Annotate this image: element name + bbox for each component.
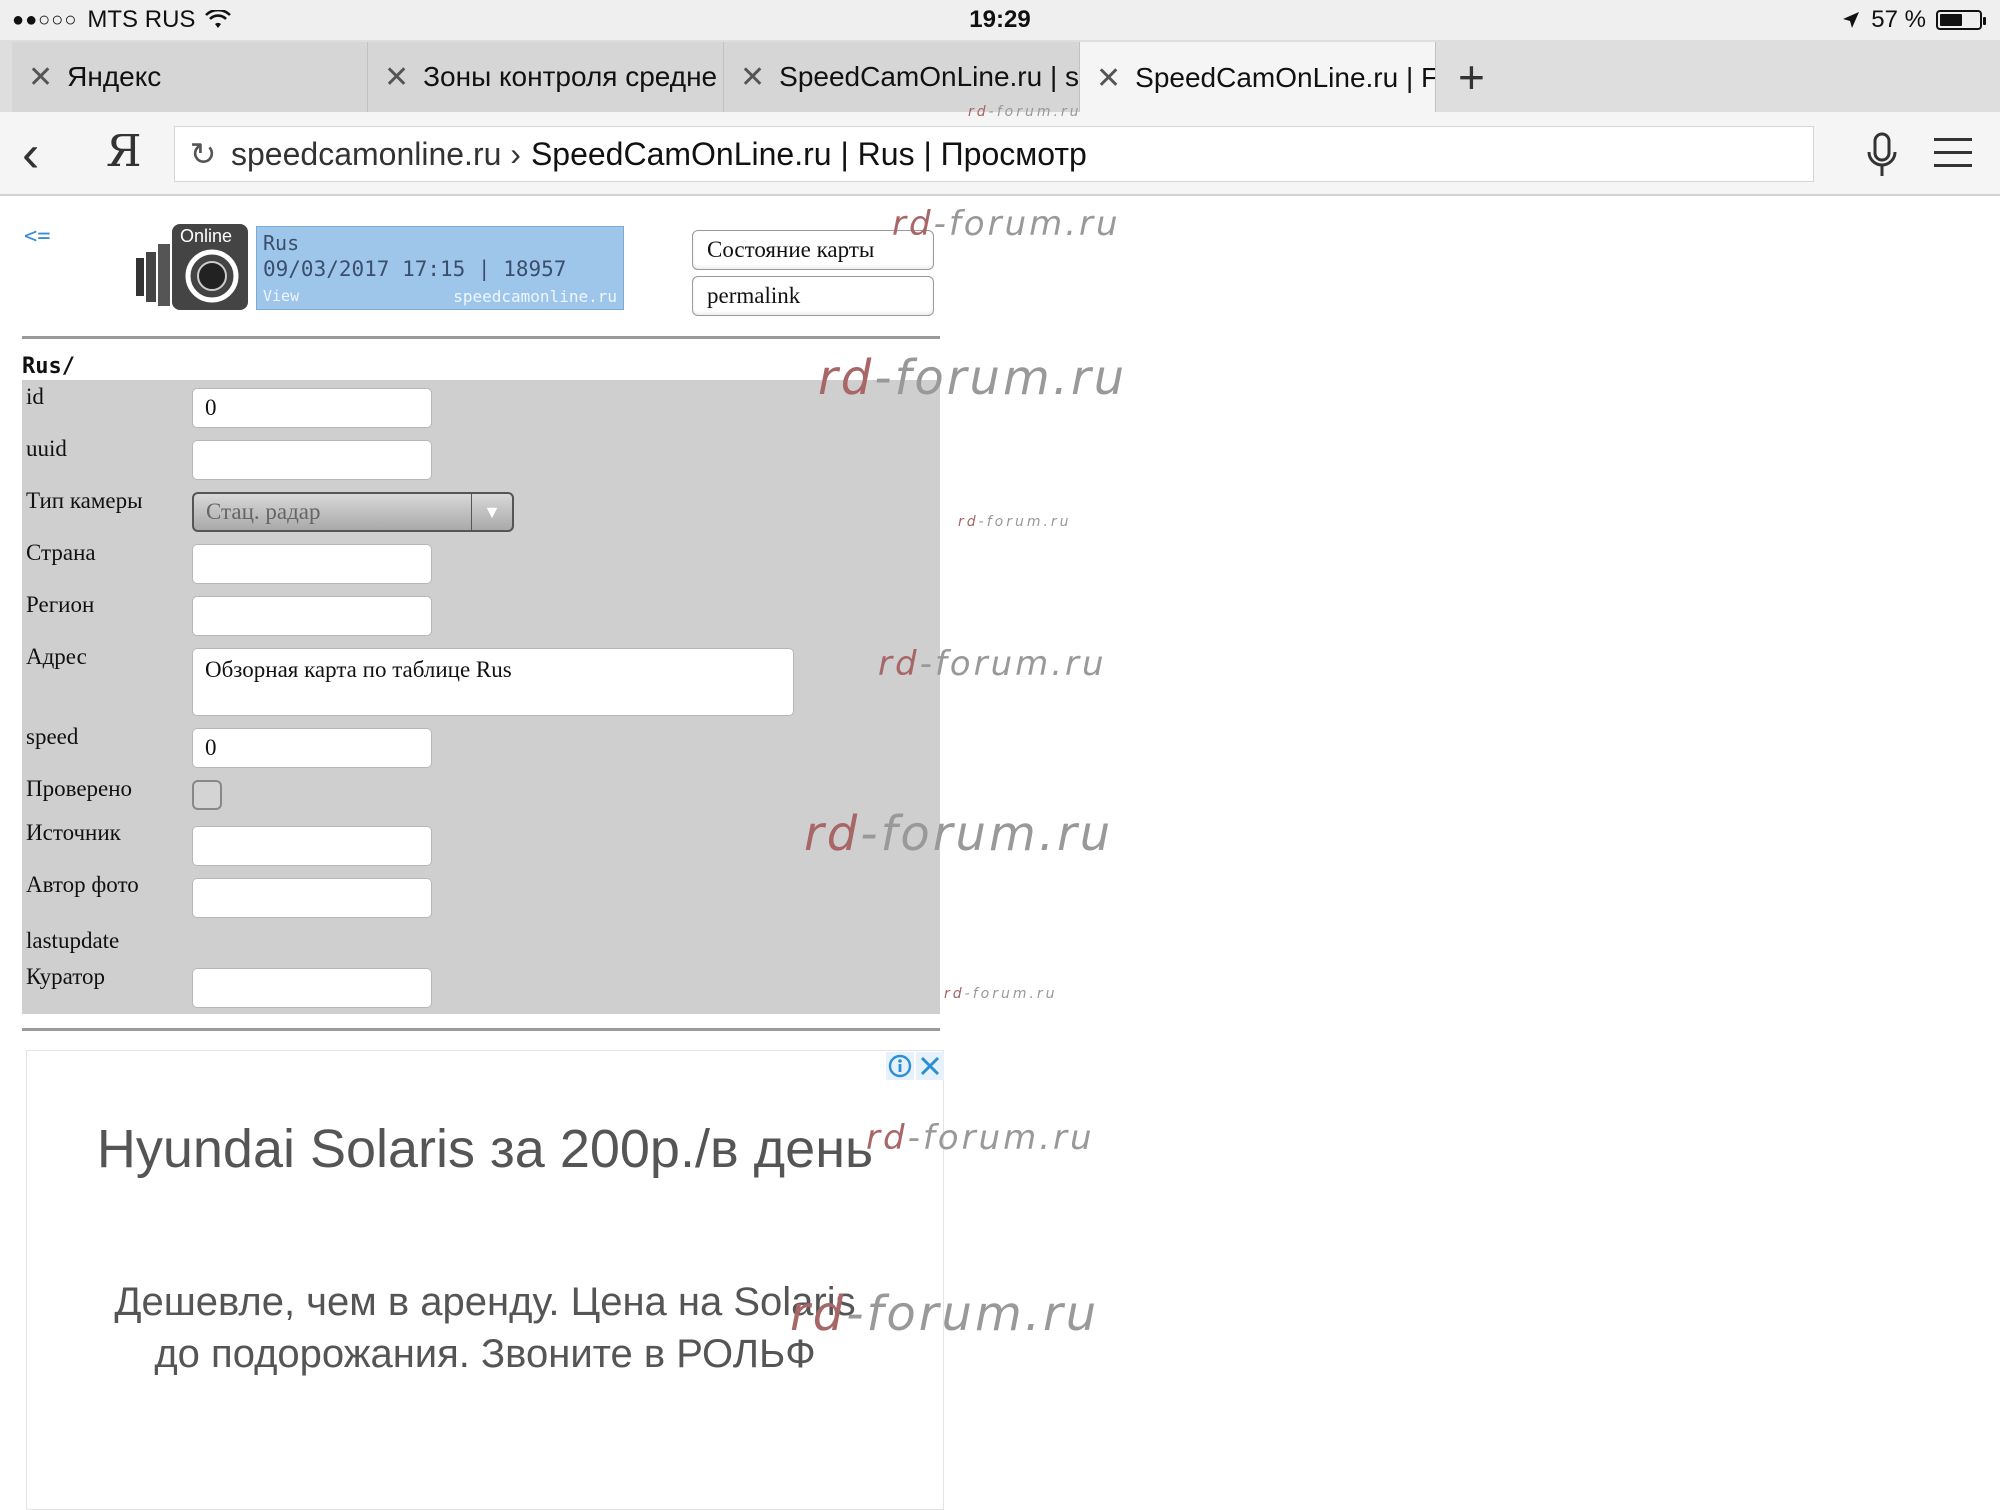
back-link[interactable]: <= xyxy=(24,224,51,249)
camera-type-value: Стац. радар xyxy=(206,499,321,524)
country-field[interactable] xyxy=(192,544,432,584)
camera-form: id 0 uuid Тип камеры Стац. радар ▼ Стран… xyxy=(22,380,940,1014)
watermark: rd-forum.ru xyxy=(944,986,1058,1002)
new-tab-icon[interactable]: + xyxy=(1458,50,1485,104)
logo-badge: Online xyxy=(180,226,232,246)
status-bar: ●●○○○ MTS RUS 19:29 57 % xyxy=(0,0,2000,40)
menu-icon[interactable] xyxy=(1934,138,1972,177)
back-arrow-icon[interactable]: ‹ xyxy=(22,124,39,184)
ad-headline[interactable]: Hyundai Solaris за 200р./в день xyxy=(0,1118,970,1180)
checked-checkbox[interactable] xyxy=(192,780,222,810)
tab-yandex[interactable]: ✕ Яндекс xyxy=(12,42,368,112)
tab-label: SpeedCamOnLine.ru | F xyxy=(1135,62,1435,93)
section-title: Rus/ xyxy=(22,354,75,379)
battery-icon xyxy=(1936,10,1986,30)
tab-speedcam-1[interactable]: ✕ SpeedCamOnLine.ru | s xyxy=(724,42,1080,112)
page-title: SpeedCamOnLine.ru | Rus | Просмотр xyxy=(530,135,1087,172)
close-tab-icon[interactable]: ✕ xyxy=(384,60,409,95)
watermark: rd-forum.ru xyxy=(968,104,1082,120)
tab-label: Зоны контроля средне xyxy=(423,61,718,92)
logo-banner-date: 09/03/2017 17:15 | 18957 xyxy=(263,257,567,281)
watermark: rd-forum.ru xyxy=(866,1118,1095,1158)
logo-banner-view: View xyxy=(263,287,300,305)
watermark: rd-forum.ru xyxy=(790,1286,1100,1342)
location-arrow-icon xyxy=(1843,12,1860,28)
watermark: rd-forum.ru xyxy=(878,644,1107,684)
close-tab-icon[interactable]: ✕ xyxy=(740,60,765,95)
region-field[interactable] xyxy=(192,596,432,636)
reload-icon[interactable]: ↻ xyxy=(175,135,231,173)
logo-banner-site: speedcamonline.ru xyxy=(453,287,617,306)
photo-author-field[interactable] xyxy=(192,878,432,918)
tab-control-zones[interactable]: ✕ Зоны контроля средне xyxy=(368,42,724,112)
yandex-button[interactable]: Я xyxy=(106,126,142,177)
close-tab-icon[interactable]: ✕ xyxy=(1096,61,1121,96)
battery-percent: 57 % xyxy=(1871,6,1926,33)
watermark: rd-forum.ru xyxy=(804,806,1114,862)
country-label: Страна xyxy=(26,540,96,565)
source-field[interactable] xyxy=(192,826,432,866)
clock: 19:29 xyxy=(969,6,1031,33)
close-tab-icon[interactable]: ✕ xyxy=(28,60,53,95)
source-label: Источник xyxy=(26,820,121,845)
url-domain: speedcamonline.ru › xyxy=(231,135,521,172)
camera-logo-icon: Online xyxy=(136,224,248,310)
ad-body-line-2: до подорожания. Звоните в РОЛЬФ xyxy=(154,1332,816,1376)
ad-body[interactable]: Дешевле, чем в аренду. Цена на Solaris д… xyxy=(60,1276,910,1380)
tab-strip: ✕ Яндекс ✕ Зоны контроля средне ✕ SpeedC… xyxy=(0,40,2000,114)
tab-speedcam-active[interactable]: ✕ SpeedCamOnLine.ru | F xyxy=(1080,42,1436,114)
watermark: rd-forum.ru xyxy=(818,350,1128,406)
id-field[interactable]: 0 xyxy=(192,388,432,428)
info-icon-glyph xyxy=(888,1054,912,1078)
address-field[interactable]: Обзорная карта по таблице Rus xyxy=(192,648,794,716)
chevron-down-icon[interactable]: ▼ xyxy=(471,494,512,530)
browser-toolbar: ‹ Я ↻ speedcamonline.ru › SpeedCamOnLine… xyxy=(0,112,2000,196)
watermark: rd-forum.ru xyxy=(958,514,1072,530)
ad-body-line-1: Дешевле, чем в аренду. Цена на Solaris xyxy=(114,1280,856,1324)
tab-label: SpeedCamOnLine.ru | s xyxy=(779,61,1079,92)
photo-author-label: Автор фото xyxy=(26,872,139,897)
divider xyxy=(22,336,940,339)
checked-label: Проверено xyxy=(26,776,133,801)
speed-label: speed xyxy=(26,724,79,749)
logo-banner-title: Rus xyxy=(263,231,300,255)
speed-field[interactable]: 0 xyxy=(192,728,432,768)
region-label: Регион xyxy=(26,592,95,617)
close-icon-glyph xyxy=(920,1056,940,1076)
camera-type-label: Тип камеры xyxy=(26,488,143,513)
info-icon[interactable] xyxy=(886,1052,914,1080)
uuid-label: uuid xyxy=(26,436,67,461)
divider xyxy=(22,1028,940,1031)
permalink-button[interactable]: permalink xyxy=(692,276,934,316)
battery-fill xyxy=(1940,14,1962,26)
uuid-field[interactable] xyxy=(192,440,432,480)
lastupdate-label: lastupdate xyxy=(26,928,120,953)
tab-label: Яндекс xyxy=(67,61,162,92)
microphone-icon[interactable] xyxy=(1862,132,1902,178)
address-label: Адрес xyxy=(26,644,87,669)
id-label: id xyxy=(26,384,44,409)
address-bar[interactable]: ↻ speedcamonline.ru › SpeedCamOnLine.ru … xyxy=(174,126,1814,182)
camera-type-select[interactable]: Стац. радар ▼ xyxy=(192,492,514,532)
curator-label: Куратор xyxy=(26,964,105,989)
watermark: rd-forum.ru xyxy=(892,204,1121,244)
logo-banner: Rus 09/03/2017 17:15 | 18957 View speedc… xyxy=(256,226,624,310)
close-icon[interactable] xyxy=(916,1052,944,1080)
curator-field[interactable] xyxy=(192,968,432,1008)
